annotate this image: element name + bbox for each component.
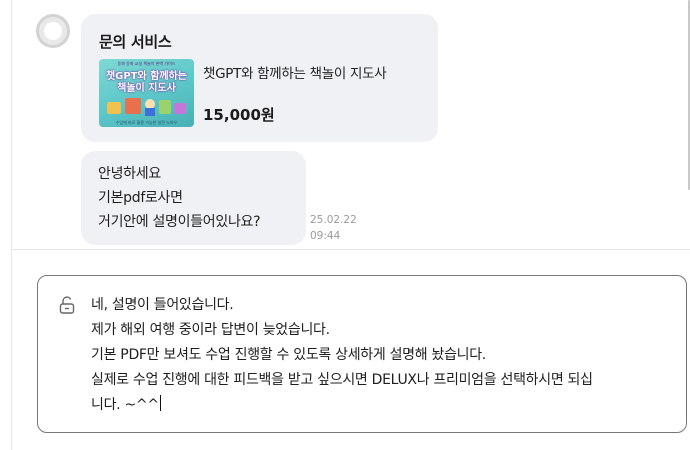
avatar[interactable] [36, 14, 70, 48]
thumbnail-illustration [107, 98, 186, 116]
reply-input[interactable]: 네, 설명이 들어있습니다. 제가 해외 여행 중이라 답변이 늦었습니다. 기… [37, 275, 687, 433]
reply-line: 실제로 수업 진행에 대한 피드백을 받고 싶으시면 DELUX나 프리미엄을 … [91, 372, 593, 388]
reply-text[interactable]: 네, 설명이 들어있습니다. 제가 해외 여행 중이라 답변이 늦었습니다. 기… [91, 293, 676, 418]
reply-last-line: 니다. ~^^ [91, 393, 676, 418]
message-line: 기본pdf로사면 [98, 190, 183, 206]
message-timestamp: 25.02.22 09:44 [310, 212, 357, 244]
thumbnail-footer: 수업에 바로 활용 가능한 실전 노하우 [115, 120, 178, 125]
product-price: 15,000원 [203, 106, 275, 124]
product-thumbnail[interactable]: 동화 동화 교실 책놀이 완벽 가이드 챗GPT와 함께하는 책놀이 지도사 수… [99, 59, 194, 127]
message-date: 25.02.22 [310, 214, 357, 226]
message-line: 안녕하세요 [98, 166, 161, 182]
card-title: 문의 서비스 [99, 33, 172, 51]
text-caret [159, 395, 161, 411]
message-line: 거기안에 설명이들어있나요? [98, 214, 261, 230]
message-list[interactable]: 문의 서비스 동화 동화 교실 책놀이 완벽 가이드 챗GPT와 함께하는 책놀… [12, 0, 690, 250]
reply-line: 기본 PDF만 보셔도 수업 진행할 수 있도록 상세하게 설명해 놨습니다. [91, 347, 486, 363]
message-time: 09:44 [310, 230, 341, 242]
incoming-message: 안녕하세요 기본pdf로사면 거기안에 설명이들어있나요? [81, 151, 306, 245]
reply-line: 네, 설명이 들어있습니다. [91, 297, 234, 313]
reply-line: 제가 해외 여행 중이라 답변이 늦었습니다. [91, 322, 330, 338]
chat-window: 문의 서비스 동화 동화 교실 책놀이 완벽 가이드 챗GPT와 함께하는 책놀… [11, 0, 690, 450]
unlock-icon[interactable] [59, 296, 75, 314]
thumbnail-title-line2: 책놀이 지도사 [117, 83, 176, 94]
reply-line: 니다. ~^^ [91, 397, 159, 413]
composer-area: 네, 설명이 들어있습니다. 제가 해외 여행 중이라 답변이 늦었습니다. 기… [12, 251, 690, 450]
product-card[interactable]: 문의 서비스 동화 동화 교실 책놀이 완벽 가이드 챗GPT와 함께하는 책놀… [81, 14, 438, 142]
product-name[interactable]: 챗GPT와 함께하는 책놀이 지도사 [203, 62, 387, 82]
